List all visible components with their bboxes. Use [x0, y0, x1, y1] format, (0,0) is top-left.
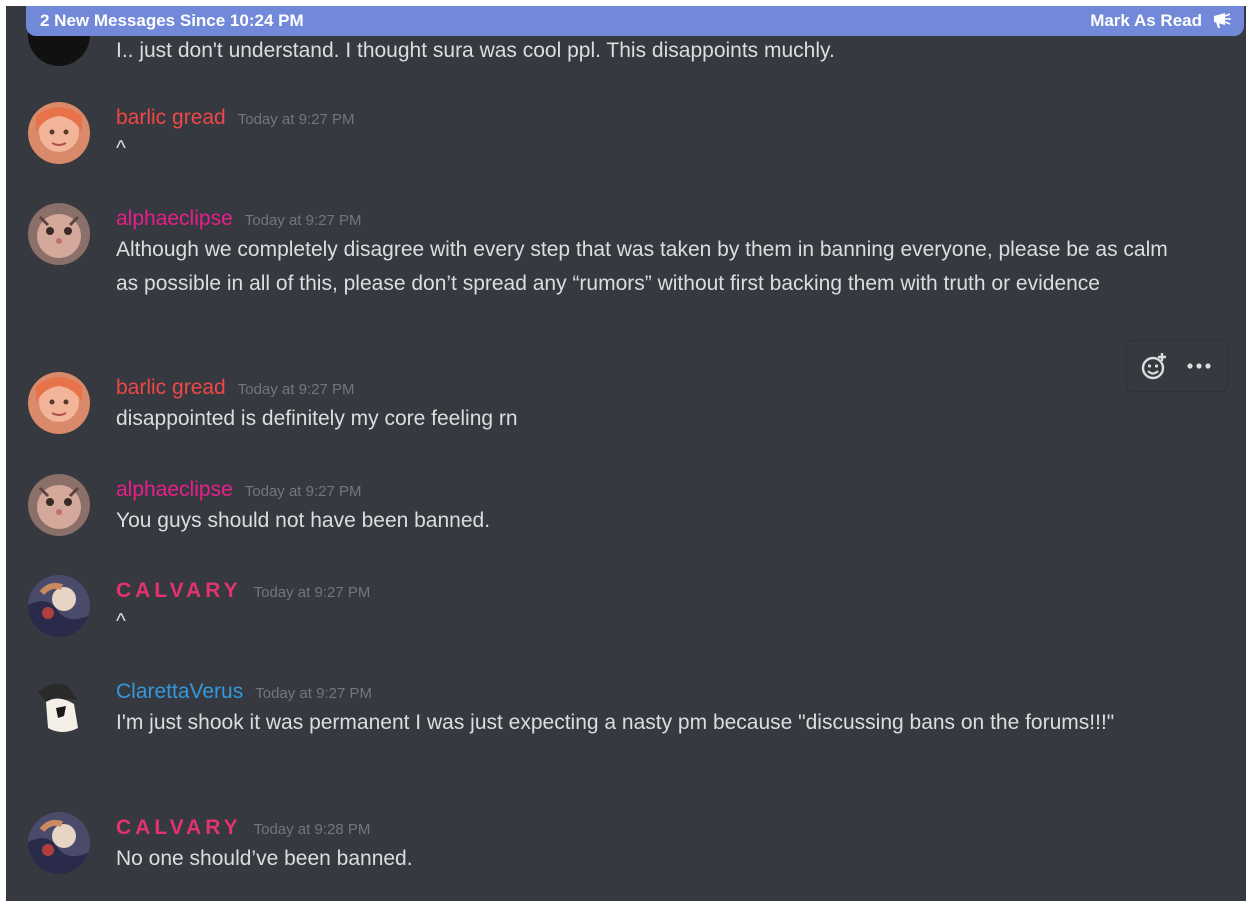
timestamp: Today at 9:27 PM	[237, 111, 355, 128]
mark-read-icon	[1214, 13, 1231, 28]
timestamp: Today at 9:27 PM	[237, 381, 355, 398]
avatar[interactable]	[28, 812, 90, 874]
author-name[interactable]: CALVARY	[116, 816, 242, 840]
author-name[interactable]: barlic gread	[116, 376, 226, 400]
mark-as-read-button[interactable]: Mark As Read	[1090, 11, 1232, 31]
author-name[interactable]: alphaeclipse	[116, 207, 233, 231]
message-content: You guys should not have been banned.	[116, 509, 491, 532]
add-reaction-icon	[1141, 353, 1166, 380]
avatar[interactable]	[28, 474, 90, 536]
author-name[interactable]: barlic gread	[116, 106, 226, 130]
message-content: Although we completely disagree with eve…	[116, 238, 1168, 295]
new-messages-text: 2 New Messages Since 10:24 PM	[40, 11, 304, 30]
avatar[interactable]	[28, 102, 90, 164]
new-messages-bar[interactable]: 2 New Messages Since 10:24 PM Mark As Re…	[26, 6, 1244, 36]
avatar[interactable]	[28, 676, 90, 738]
chat-window: I.. just don't understand. I thought sur…	[6, 6, 1246, 901]
timestamp: Today at 9:27 PM	[244, 212, 362, 229]
timestamp: Today at 9:27 PM	[244, 483, 362, 500]
author-name[interactable]: alphaeclipse	[116, 478, 233, 502]
mark-as-read-label: Mark As Read	[1090, 11, 1202, 30]
more-options-icon	[1187, 363, 1211, 369]
avatar[interactable]	[28, 575, 90, 637]
message-content: I.. just don't understand. I thought sur…	[116, 39, 835, 62]
message-content: ^	[116, 610, 126, 633]
avatar[interactable]	[28, 372, 90, 434]
author-name[interactable]: ClarettaVerus	[116, 680, 243, 704]
timestamp: Today at 9:28 PM	[253, 821, 371, 838]
more-options-button[interactable]	[1182, 349, 1216, 383]
message-content: disappointed is definitely my core feeli…	[116, 407, 518, 430]
message-content: I'm just shook it was permanent I was ju…	[116, 711, 1115, 734]
message-actions-bar	[1126, 340, 1228, 392]
message-content: No one should’ve been banned.	[116, 847, 413, 870]
message-content: ^	[116, 137, 126, 160]
timestamp: Today at 9:27 PM	[253, 584, 371, 601]
add-reaction-button[interactable]	[1138, 349, 1172, 383]
timestamp: Today at 9:27 PM	[255, 685, 372, 702]
author-name[interactable]: CALVARY	[116, 579, 242, 603]
avatar[interactable]	[28, 203, 90, 265]
